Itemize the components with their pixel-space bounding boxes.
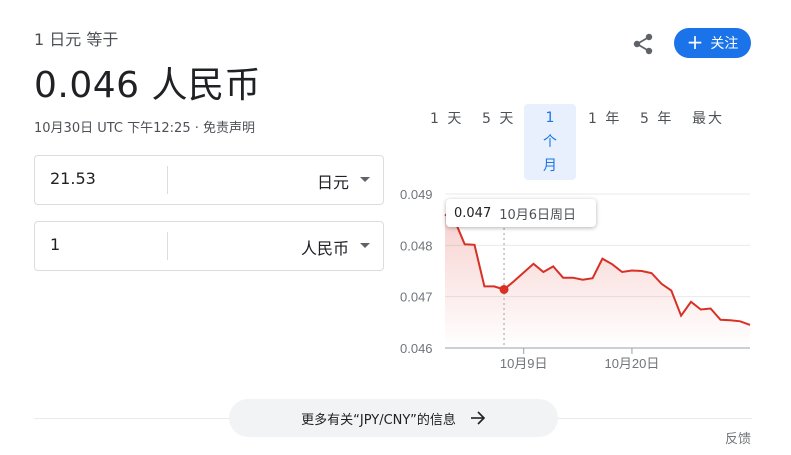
more-info-label: 更多有关“JPY/CNY”的信息 bbox=[301, 412, 456, 428]
more-info-button[interactable]: 更多有关“JPY/CNY”的信息 bbox=[229, 399, 558, 437]
share-icon[interactable] bbox=[630, 31, 656, 57]
tab-1-month[interactable]: 1 个月 bbox=[524, 104, 576, 180]
exchange-rate: 0.046 人民币 bbox=[34, 65, 262, 106]
y-tick-label: 0.048 bbox=[400, 238, 433, 253]
y-tick-label: 0.047 bbox=[400, 290, 433, 305]
to-amount-input[interactable]: 1 bbox=[50, 235, 60, 254]
tab-5-years[interactable]: 5 年 bbox=[640, 108, 673, 128]
chart-tooltip: 0.047 10月6日周日 bbox=[446, 199, 596, 227]
tab-5-days[interactable]: 5 天 bbox=[482, 108, 515, 128]
feedback-link[interactable]: 反馈 bbox=[725, 428, 751, 447]
arrow-right-icon bbox=[470, 411, 485, 425]
divider bbox=[167, 166, 168, 194]
from-amount-input[interactable]: 21.53 bbox=[50, 169, 96, 188]
chevron-down-icon[interactable] bbox=[360, 243, 370, 248]
y-tick-label: 0.049 bbox=[400, 187, 433, 202]
tab-max[interactable]: 最大 bbox=[692, 108, 724, 128]
tab-1-year[interactable]: 1 年 bbox=[588, 108, 621, 128]
tooltip-date: 10月6日周日 bbox=[499, 207, 577, 223]
divider bbox=[167, 232, 168, 260]
follow-button[interactable]: + 关注 bbox=[674, 28, 751, 58]
conversion-subtitle: 1 日元 等于 bbox=[34, 30, 119, 49]
from-currency-box: 21.53 日元 bbox=[34, 155, 384, 205]
tab-1-day[interactable]: 1 天 bbox=[430, 108, 463, 128]
from-currency-select[interactable]: 日元 bbox=[317, 169, 349, 193]
area-fill bbox=[445, 214, 750, 348]
follow-label: 关注 bbox=[710, 36, 739, 52]
plus-icon: + bbox=[686, 30, 704, 54]
y-tick-label: 0.046 bbox=[400, 341, 433, 356]
x-tick-label: 10月20日 bbox=[604, 356, 659, 371]
x-tick-label: 10月9日 bbox=[500, 356, 548, 371]
timestamp-disclaimer[interactable]: 10月30日 UTC 下午12:25 · 免责声明 bbox=[34, 117, 255, 136]
tab-1-month-label: 1 个月 bbox=[543, 110, 559, 174]
chevron-down-icon[interactable] bbox=[360, 177, 370, 182]
highlight-point bbox=[499, 284, 509, 294]
to-currency-select[interactable]: 人民币 bbox=[301, 235, 349, 259]
to-currency-box: 1 人民币 bbox=[34, 221, 384, 271]
tooltip-value: 0.047 bbox=[454, 205, 492, 221]
time-range-tabs: 1 天 5 天 1 个月 1 年 5 年 最大 bbox=[420, 104, 760, 180]
